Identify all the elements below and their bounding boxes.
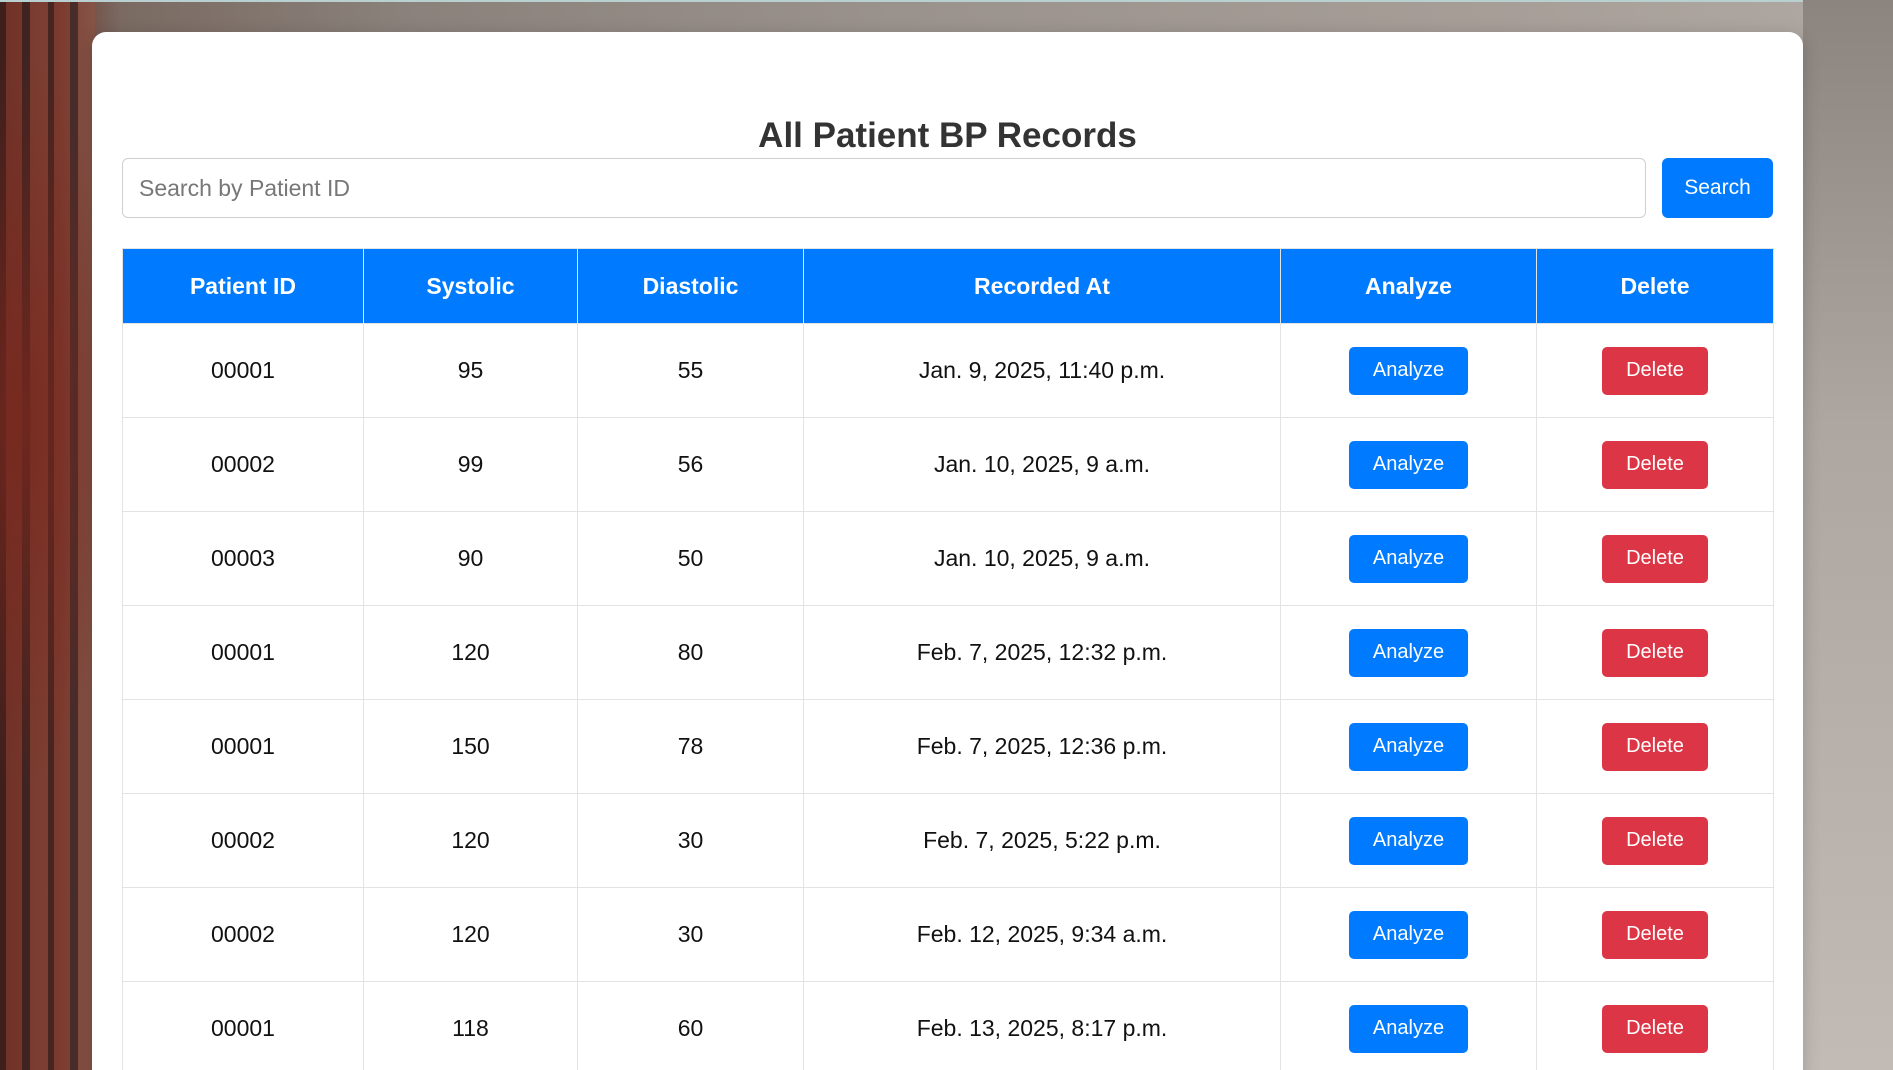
cell-diastolic: 80 (577, 605, 804, 700)
table-row: 00003 90 50 Jan. 10, 2025, 9 a.m. Analyz… (122, 511, 1774, 606)
header-delete: Delete (1536, 248, 1774, 324)
search-bar: Search (122, 158, 1773, 218)
table-header-row: Patient ID Systolic Diastolic Recorded A… (122, 248, 1774, 324)
cell-diastolic: 30 (577, 887, 804, 982)
cell-systolic: 150 (363, 699, 578, 794)
header-recorded-at: Recorded At (803, 248, 1281, 324)
cell-delete: Delete (1536, 793, 1774, 888)
cell-diastolic: 50 (577, 511, 804, 606)
cell-recorded-at: Jan. 9, 2025, 11:40 p.m. (803, 323, 1281, 418)
cell-systolic: 120 (363, 793, 578, 888)
delete-button[interactable]: Delete (1602, 1004, 1708, 1053)
header-patient-id: Patient ID (122, 248, 364, 324)
cell-diastolic: 30 (577, 793, 804, 888)
cell-patient-id: 00002 (122, 417, 364, 512)
cell-patient-id: 00002 (122, 793, 364, 888)
table-row: 00002 120 30 Feb. 12, 2025, 9:34 a.m. An… (122, 887, 1774, 982)
analyze-button[interactable]: Analyze (1349, 722, 1468, 771)
background-photo-right (1803, 0, 1893, 1070)
cell-analyze: Analyze (1280, 511, 1537, 606)
header-systolic: Systolic (363, 248, 578, 324)
cell-recorded-at: Feb. 7, 2025, 12:32 p.m. (803, 605, 1281, 700)
cell-diastolic: 78 (577, 699, 804, 794)
delete-button[interactable]: Delete (1602, 440, 1708, 489)
cell-diastolic: 60 (577, 981, 804, 1070)
analyze-button[interactable]: Analyze (1349, 628, 1468, 677)
cell-delete: Delete (1536, 605, 1774, 700)
cell-diastolic: 56 (577, 417, 804, 512)
header-analyze: Analyze (1280, 248, 1537, 324)
cell-recorded-at: Feb. 7, 2025, 12:36 p.m. (803, 699, 1281, 794)
cell-systolic: 120 (363, 887, 578, 982)
cell-analyze: Analyze (1280, 605, 1537, 700)
cell-analyze: Analyze (1280, 793, 1537, 888)
bp-records-table: Patient ID Systolic Diastolic Recorded A… (122, 248, 1774, 1070)
analyze-button[interactable]: Analyze (1349, 910, 1468, 959)
analyze-button[interactable]: Analyze (1349, 346, 1468, 395)
table-row: 00002 99 56 Jan. 10, 2025, 9 a.m. Analyz… (122, 417, 1774, 512)
cell-analyze: Analyze (1280, 699, 1537, 794)
cell-recorded-at: Feb. 13, 2025, 8:17 p.m. (803, 981, 1281, 1070)
page-title: All Patient BP Records (758, 116, 1137, 155)
cell-recorded-at: Jan. 10, 2025, 9 a.m. (803, 417, 1281, 512)
table-row: 00001 150 78 Feb. 7, 2025, 12:36 p.m. An… (122, 699, 1774, 794)
table-row: 00001 95 55 Jan. 9, 2025, 11:40 p.m. Ana… (122, 323, 1774, 418)
cell-diastolic: 55 (577, 323, 804, 418)
cell-patient-id: 00003 (122, 511, 364, 606)
cell-recorded-at: Jan. 10, 2025, 9 a.m. (803, 511, 1281, 606)
cell-recorded-at: Feb. 7, 2025, 5:22 p.m. (803, 793, 1281, 888)
cell-analyze: Analyze (1280, 981, 1537, 1070)
header-diastolic: Diastolic (577, 248, 804, 324)
search-input[interactable] (122, 158, 1646, 218)
delete-button[interactable]: Delete (1602, 722, 1708, 771)
cell-patient-id: 00001 (122, 981, 364, 1070)
cell-analyze: Analyze (1280, 417, 1537, 512)
table-row: 00002 120 30 Feb. 7, 2025, 5:22 p.m. Ana… (122, 793, 1774, 888)
analyze-button[interactable]: Analyze (1349, 534, 1468, 583)
delete-button[interactable]: Delete (1602, 816, 1708, 865)
delete-button[interactable]: Delete (1602, 910, 1708, 959)
table-row: 00001 118 60 Feb. 13, 2025, 8:17 p.m. An… (122, 981, 1774, 1070)
cell-systolic: 95 (363, 323, 578, 418)
delete-button[interactable]: Delete (1602, 346, 1708, 395)
analyze-button[interactable]: Analyze (1349, 440, 1468, 489)
cell-delete: Delete (1536, 323, 1774, 418)
cell-systolic: 90 (363, 511, 578, 606)
cell-patient-id: 00002 (122, 887, 364, 982)
cell-analyze: Analyze (1280, 323, 1537, 418)
cell-delete: Delete (1536, 699, 1774, 794)
cell-patient-id: 00001 (122, 605, 364, 700)
cell-delete: Delete (1536, 887, 1774, 982)
cell-systolic: 120 (363, 605, 578, 700)
analyze-button[interactable]: Analyze (1349, 816, 1468, 865)
cell-systolic: 118 (363, 981, 578, 1070)
delete-button[interactable]: Delete (1602, 628, 1708, 677)
records-card: All Patient BP Records Search Patient ID… (92, 32, 1803, 1070)
table-row: 00001 120 80 Feb. 7, 2025, 12:32 p.m. An… (122, 605, 1774, 700)
cell-delete: Delete (1536, 981, 1774, 1070)
cell-analyze: Analyze (1280, 887, 1537, 982)
cell-patient-id: 00001 (122, 323, 364, 418)
cell-delete: Delete (1536, 511, 1774, 606)
cell-delete: Delete (1536, 417, 1774, 512)
cell-systolic: 99 (363, 417, 578, 512)
delete-button[interactable]: Delete (1602, 534, 1708, 583)
cell-recorded-at: Feb. 12, 2025, 9:34 a.m. (803, 887, 1281, 982)
cell-patient-id: 00001 (122, 699, 364, 794)
analyze-button[interactable]: Analyze (1349, 1004, 1468, 1053)
search-button[interactable]: Search (1662, 158, 1773, 218)
